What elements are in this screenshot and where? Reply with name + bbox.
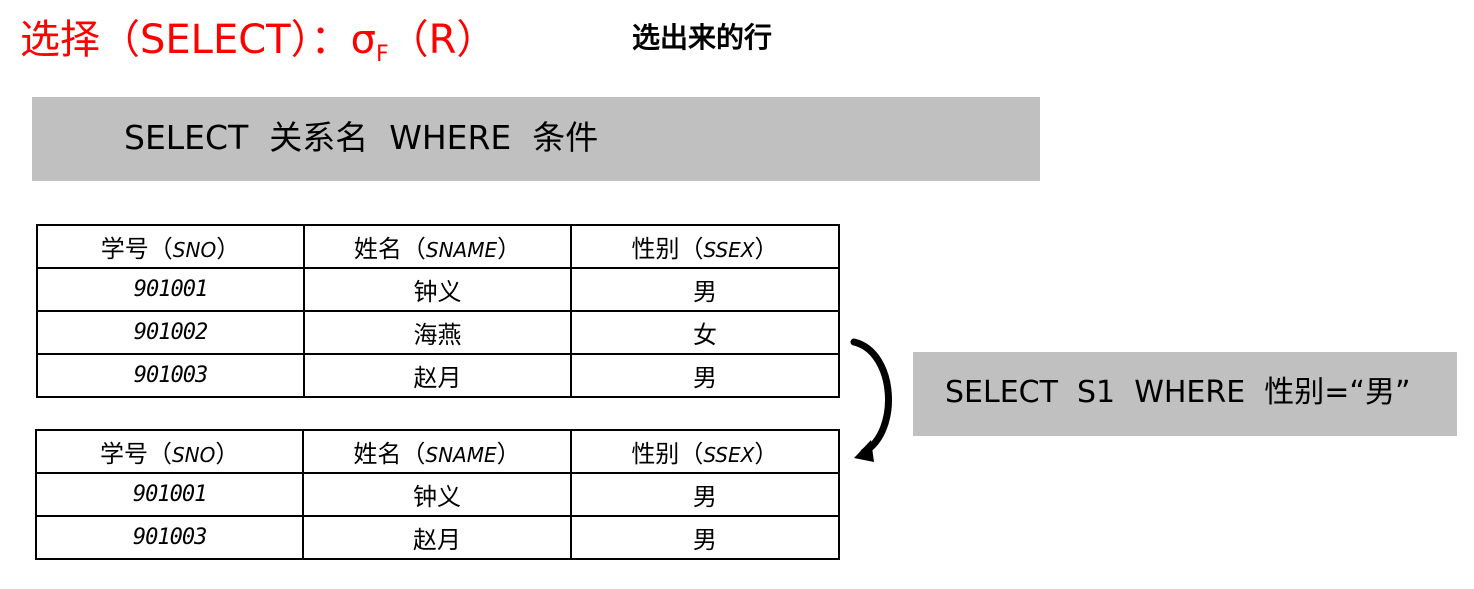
column-header-sno: 学号（SNO） [36, 224, 305, 269]
column-header-sno: 学号（SNO） [34, 429, 305, 474]
syntax-box: SELECT 关系名 WHERE 条件 [32, 97, 1040, 181]
cell-ssex: 女 [570, 310, 840, 355]
query-box: SELECT S1 WHERE 性别=“男” [913, 352, 1457, 436]
column-header-ssex: 性别（SSEX） [569, 429, 841, 474]
cell-ssex: 男 [570, 267, 840, 312]
curved-arrow-icon [850, 338, 892, 462]
cell-sname: 钟义 [303, 267, 572, 312]
table-row: 901003 赵月 男 [34, 515, 841, 560]
page-subtitle: 选出来的行 [632, 21, 773, 54]
cell-sname: 钟义 [302, 472, 572, 517]
cell-sno: 901003 [34, 515, 305, 560]
cell-sno: 901001 [34, 472, 305, 517]
column-header-ssex: 性别（SSEX） [570, 224, 840, 269]
cell-ssex: 男 [569, 515, 841, 560]
title-prefix: 选择（SELECT）：σ [20, 17, 376, 63]
cell-sname: 赵月 [303, 353, 572, 398]
title-suffix: （R） [388, 17, 497, 63]
page-title: 选择（SELECT）：σF（R） [20, 12, 496, 83]
cell-sname: 赵月 [302, 515, 572, 560]
cell-ssex: 男 [570, 353, 840, 398]
result-relation-table: 学号（SNO） 姓名（SNAME） 性别（SSEX） 901001 钟义 男 9… [34, 429, 841, 560]
table-row: 901001 钟义 男 [34, 472, 841, 517]
cell-sno: 901002 [36, 310, 305, 355]
original-relation-table: 学号（SNO） 姓名（SNAME） 性别（SSEX） 901001 钟义 男 9… [36, 224, 840, 398]
table-row: 901001 钟义 男 [36, 267, 840, 312]
syntax-text: SELECT 关系名 WHERE 条件 [124, 118, 599, 157]
cell-sname: 海燕 [303, 310, 572, 355]
table-row: 901003 赵月 男 [36, 353, 840, 398]
cell-sno: 901003 [36, 353, 305, 398]
column-header-sname: 姓名（SNAME） [303, 224, 572, 269]
table-row: 901002 海燕 女 [36, 310, 840, 355]
column-header-sname: 姓名（SNAME） [302, 429, 572, 474]
table-header-row: 学号（SNO） 姓名（SNAME） 性别（SSEX） [36, 224, 840, 269]
table-header-row: 学号（SNO） 姓名（SNAME） 性别（SSEX） [34, 429, 841, 474]
query-text: SELECT S1 WHERE 性别=“男” [945, 375, 1411, 410]
cell-sno: 901001 [36, 267, 305, 312]
title-subscript: F [375, 42, 389, 67]
cell-ssex: 男 [569, 472, 841, 517]
